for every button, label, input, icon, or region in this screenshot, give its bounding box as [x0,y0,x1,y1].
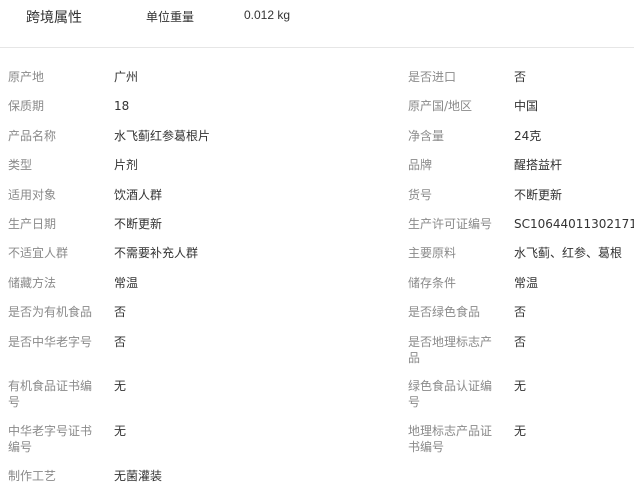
attribute-label: 绿色食品认证编号 [408,379,493,409]
attribute-value: 饮酒人群 [114,188,163,202]
attribute-label: 中华老字号证书编号 [8,424,93,454]
attribute-value: 无 [514,424,527,438]
attribute-label: 主要原料 [408,246,457,260]
attribute-label: 储存条件 [408,276,457,290]
attribute-value: 常温 [114,276,139,290]
attribute-label: 是否绿色食品 [408,305,481,319]
product-attributes-table: 原产地 广州 是否进口 否 保质期 18 原产国/地区 中国 产品名称 水飞蓟红… [0,47,634,490]
attribute-value: 不断更新 [114,217,163,231]
attribute-value: 否 [114,305,127,319]
attribute-label: 是否地理标志产品 [408,335,493,365]
attribute-value: 否 [514,335,527,349]
attribute-value: 无 [114,379,127,393]
attribute-label: 净含量 [408,129,445,143]
attribute-label: 类型 [8,158,33,172]
attribute-value: SC10644011302171 [514,217,634,231]
attribute-value: 无菌灌装 [114,469,163,483]
attribute-value: 常温 [514,276,539,290]
attribute-value: 不断更新 [514,188,563,202]
cross-border-header: 跨境属性 单位重量 0.012 kg [0,0,634,48]
attribute-value: 水飞蓟、红参、葛根 [514,246,623,260]
section-title: 跨境属性 [26,10,82,26]
attribute-label: 不适宜人群 [8,246,69,260]
attribute-value: 不需要补充人群 [114,246,199,260]
attribute-value: 否 [114,335,127,349]
attribute-label: 是否进口 [408,70,457,84]
attribute-label: 生产许可证编号 [408,217,493,231]
attribute-value: 18 [114,99,130,113]
attribute-value: 醒搭益杆 [514,158,563,172]
attribute-label: 制作工艺 [8,469,57,483]
attribute-label: 是否为有机食品 [8,305,93,319]
attribute-label: 保质期 [8,99,45,113]
attribute-value: 水飞蓟红参葛根片 [114,129,211,143]
attribute-value: 否 [514,305,527,319]
attribute-value: 24克 [514,129,542,143]
attribute-value: 无 [114,424,127,438]
attribute-value: 片剂 [114,158,139,172]
attribute-label: 产品名称 [8,129,57,143]
attribute-label: 生产日期 [8,217,57,231]
attribute-label: 是否中华老字号 [8,335,93,349]
unit-weight-label: 单位重量 [146,10,195,24]
attribute-value: 广州 [114,70,139,84]
attribute-label: 地理标志产品证书编号 [408,424,493,454]
attribute-label: 原产地 [8,70,45,84]
attribute-label: 有机食品证书编号 [8,379,93,409]
attribute-value: 无 [514,379,527,393]
attribute-label: 储藏方法 [8,276,57,290]
attribute-label: 品牌 [408,158,433,172]
unit-weight-value: 0.012 kg [244,8,291,22]
attribute-value: 中国 [514,99,539,113]
attribute-label: 适用对象 [8,188,57,202]
attribute-label: 货号 [408,188,433,202]
attribute-label: 原产国/地区 [408,99,473,113]
attribute-value: 否 [514,70,527,84]
